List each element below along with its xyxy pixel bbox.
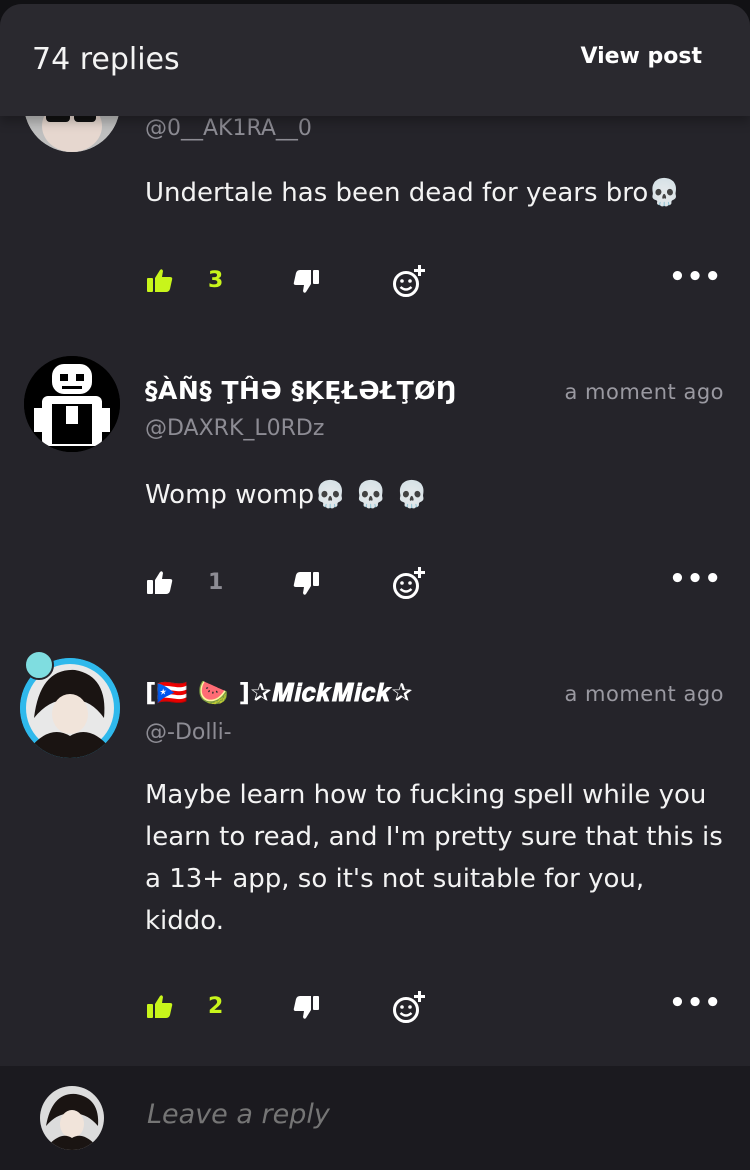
comment-handle[interactable]: @DAXRK_L0RDz [145, 416, 324, 441]
thumbs-up-icon[interactable] [147, 570, 173, 594]
comment-handle[interactable]: @0__AK1RA__0 [145, 116, 312, 141]
add-reaction-icon[interactable] [392, 990, 428, 1024]
view-post-button[interactable]: View post [580, 44, 702, 69]
reply-bar [0, 1066, 750, 1170]
more-options-icon[interactable]: ••• [669, 566, 722, 592]
comment-handle[interactable]: @-Dolli- [145, 720, 232, 745]
comment-timestamp: a moment ago [564, 380, 724, 404]
thumbs-down-icon[interactable] [293, 572, 319, 596]
comment-actions: 3 ••• [0, 262, 750, 302]
replies-count: 74 replies [32, 42, 180, 77]
comment-body: Maybe learn how to fucking spell while y… [145, 780, 723, 936]
comment-body: Womp womp💀 💀 💀 [145, 480, 428, 510]
thumbs-down-icon[interactable] [293, 270, 319, 294]
comment-actions: 2 ••• [0, 988, 750, 1028]
comment-author[interactable]: §ÀÑ§ ŢĤƏ §ĶĘŁƏŁŢØŊ [145, 376, 457, 405]
current-user-avatar [40, 1086, 104, 1150]
badge-icon [24, 650, 54, 680]
thumbs-up-icon[interactable] [147, 268, 173, 292]
add-reaction-icon[interactable] [392, 264, 428, 298]
comment-body: Undertale has been dead for years bro💀 [145, 178, 681, 208]
like-count: 3 [208, 268, 224, 293]
thumbs-down-icon[interactable] [293, 996, 319, 1020]
replies-sheet: 74 replies View post @0__AK1RA__0 Undert… [0, 4, 750, 1170]
like-count: 2 [208, 994, 224, 1019]
replies-header: 74 replies View post [0, 4, 750, 116]
avatar[interactable] [24, 356, 120, 452]
comment-author[interactable]: [🇵🇷 🍉 ]✰𝑴𝒊𝒄𝒌𝑴𝒊𝒄𝒌✰ [145, 678, 413, 708]
more-options-icon[interactable]: ••• [669, 264, 722, 290]
thumbs-up-icon[interactable] [147, 994, 173, 1018]
like-count: 1 [208, 570, 224, 595]
add-reaction-icon[interactable] [392, 566, 428, 600]
comment-timestamp: a moment ago [564, 682, 724, 706]
comment-actions: 1 ••• [0, 564, 750, 604]
more-options-icon[interactable]: ••• [669, 990, 722, 1016]
reply-input[interactable] [145, 1098, 709, 1131]
